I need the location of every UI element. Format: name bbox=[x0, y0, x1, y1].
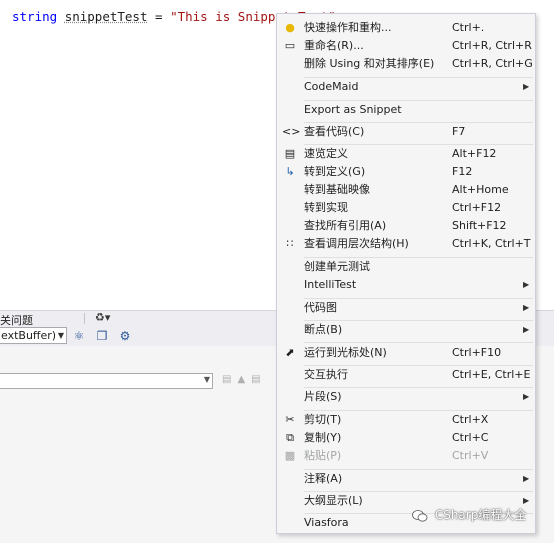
menu-item-view-code[interactable]: <> 查看代码(C) F7 bbox=[277, 123, 535, 141]
menu-item-breakpoint[interactable]: 断点(B) ▶ bbox=[277, 321, 535, 339]
submenu-arrow-icon: ▶ bbox=[523, 392, 530, 401]
menu-item-cut[interactable]: ✂ 剪切(T) Ctrl+X bbox=[277, 411, 535, 429]
menu-item-quick-actions[interactable]: ● 快速操作和重构... Ctrl+. bbox=[277, 19, 535, 37]
chevron-down-icon: ▼ bbox=[203, 375, 210, 384]
lightbulb-icon: ● bbox=[285, 21, 295, 34]
peek-icon: ▤ bbox=[284, 147, 296, 160]
context-menu: ● 快速操作和重构... Ctrl+. ▭ 重命名(R)... Ctrl+R, … bbox=[276, 13, 536, 534]
rename-icon: ▭ bbox=[284, 39, 296, 52]
filter-icon[interactable]: ♻▾ bbox=[95, 311, 110, 324]
menu-item-comment[interactable]: 注释(A) ▶ bbox=[277, 470, 535, 488]
menu-item-paste: ▩ 粘贴(P) Ctrl+V bbox=[277, 447, 535, 465]
menu-item-copy[interactable]: ⧉ 复制(Y) Ctrl+C bbox=[277, 429, 535, 447]
buffer-combobox[interactable]: extBuffer) ▼ bbox=[0, 327, 67, 344]
menu-item-code-map[interactable]: 代码图 ▶ bbox=[277, 299, 535, 317]
menu-item-create-unit-tests[interactable]: 创建单元测试 bbox=[277, 258, 535, 276]
cursor-icon: ⬈ bbox=[285, 346, 295, 359]
submenu-arrow-icon: ▶ bbox=[523, 82, 530, 91]
menu-item-codemaid[interactable]: CodeMaid ▶ bbox=[277, 78, 535, 96]
menu-item-find-all-references[interactable]: 查找所有引用(A) Shift+F12 bbox=[277, 217, 535, 235]
submenu-arrow-icon: ▶ bbox=[523, 303, 530, 312]
menu-separator bbox=[304, 342, 533, 343]
disabled-toolbar-icons: ▤▲▤ bbox=[222, 374, 267, 385]
submenu-arrow-icon: ▶ bbox=[523, 325, 530, 334]
settings-gear-icon[interactable]: ⚙ bbox=[117, 328, 133, 344]
menu-item-peek-definition[interactable]: ▤ 速览定义 Alt+F12 bbox=[277, 145, 535, 163]
menu-item-go-to-base[interactable]: 转到基础映像 Alt+Home bbox=[277, 181, 535, 199]
paste-icon: ▩ bbox=[284, 449, 296, 462]
menu-item-snippet[interactable]: 片段(S) ▶ bbox=[277, 388, 535, 406]
menu-item-go-to-implementation[interactable]: 转到实现 Ctrl+F12 bbox=[277, 199, 535, 217]
submenu-arrow-icon: ▶ bbox=[523, 280, 530, 289]
scissors-icon: ✂ bbox=[285, 413, 295, 426]
keyword-token: string bbox=[12, 9, 58, 24]
wechat-icon bbox=[412, 509, 428, 522]
menu-item-remove-sort-usings[interactable]: 删除 Using 和对其排序(E) Ctrl+R, Ctrl+G bbox=[277, 55, 535, 73]
chevron-down-icon: ▼ bbox=[57, 331, 64, 340]
copy-icon: ⧉ bbox=[286, 431, 294, 444]
menu-item-call-hierarchy[interactable]: ∷ 查看调用层次结构(H) Ctrl+K, Ctrl+T bbox=[277, 235, 535, 253]
panel-divider bbox=[84, 313, 85, 324]
operator-token: = bbox=[155, 9, 163, 24]
identifier-token: snippetTest bbox=[64, 9, 148, 24]
windows-icon[interactable]: ❐ bbox=[94, 328, 110, 344]
code-icon: <> bbox=[282, 125, 301, 138]
goto-definition-icon: ↳ bbox=[285, 165, 295, 178]
call-hierarchy-icon: ∷ bbox=[286, 237, 294, 250]
menu-item-interactive-exec[interactable]: 交互执行 Ctrl+E, Ctrl+E bbox=[277, 366, 535, 384]
menu-item-export-snippet[interactable]: Export as Snippet bbox=[277, 101, 535, 119]
watermark: CSharp编程大全 bbox=[412, 506, 526, 523]
globe-refresh-icon[interactable]: ⚛ bbox=[71, 328, 87, 344]
menu-item-intellitest[interactable]: IntelliTest ▶ bbox=[277, 276, 535, 294]
search-combobox[interactable]: ▼ bbox=[0, 373, 213, 389]
menu-item-run-to-cursor[interactable]: ⬈ 运行到光标处(N) Ctrl+F10 bbox=[277, 344, 535, 362]
submenu-arrow-icon: ▶ bbox=[523, 474, 530, 483]
combo-value: extBuffer) bbox=[1, 329, 57, 342]
watermark-text: CSharp编程大全 bbox=[434, 508, 527, 522]
menu-item-go-to-definition[interactable]: ↳ 转到定义(G) F12 bbox=[277, 163, 535, 181]
menu-item-rename[interactable]: ▭ 重命名(R)... Ctrl+R, Ctrl+R bbox=[277, 37, 535, 55]
